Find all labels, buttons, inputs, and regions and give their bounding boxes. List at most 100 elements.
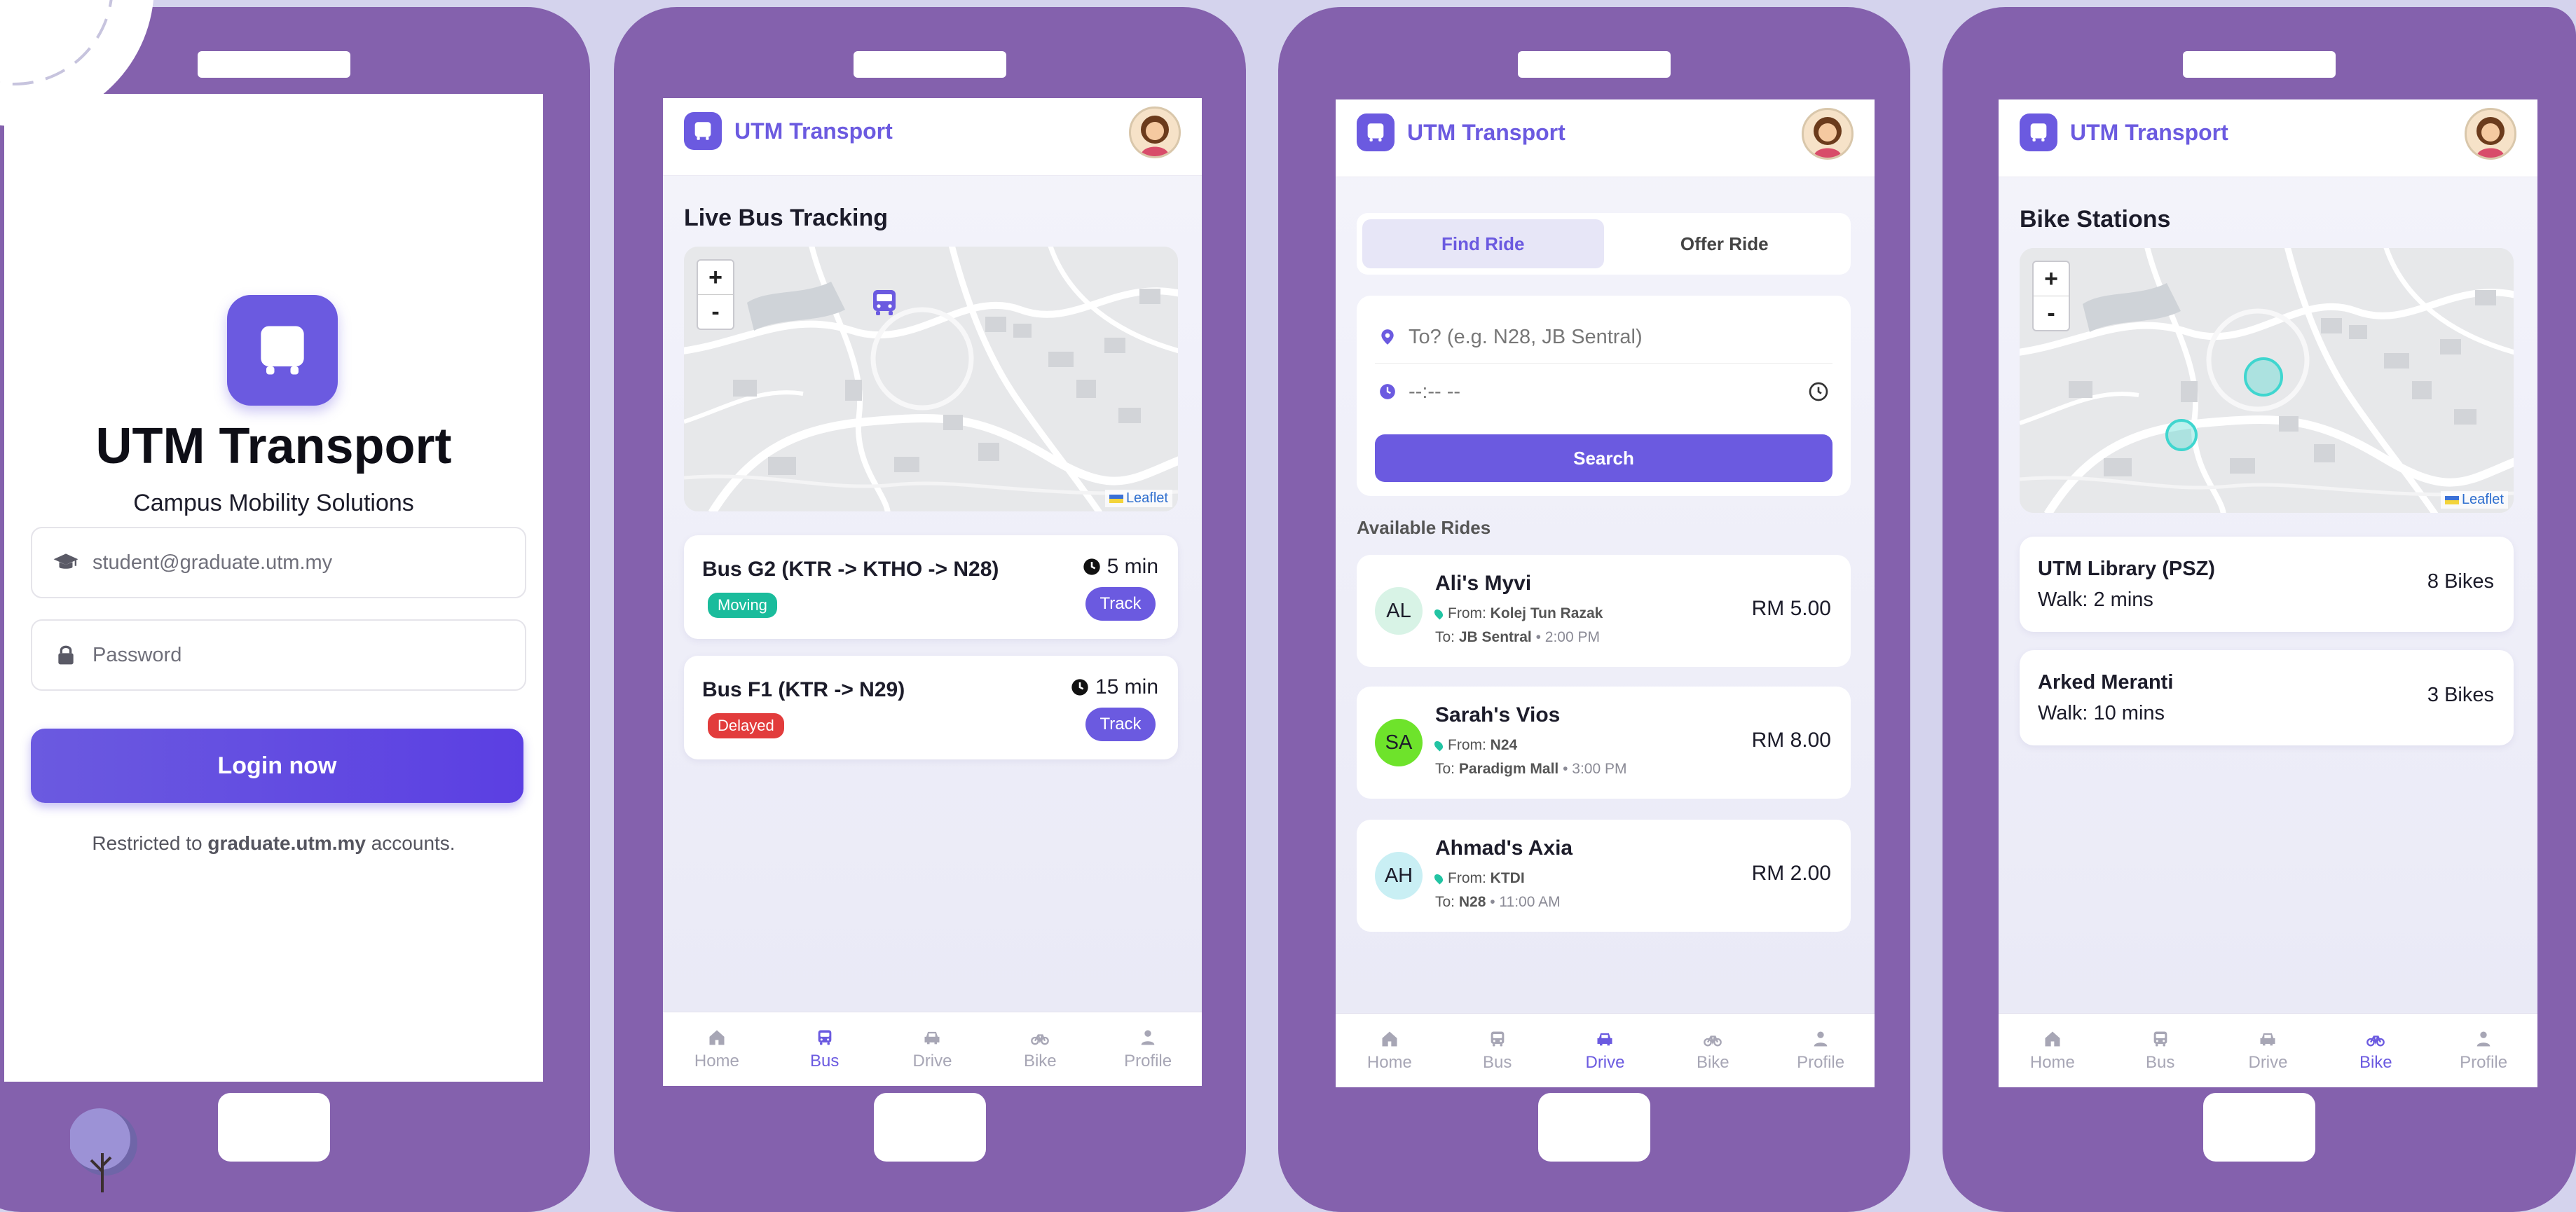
lock-icon — [50, 644, 81, 666]
ride-tabs: Find Ride Offer Ride — [1357, 213, 1851, 275]
bike-station-marker[interactable] — [2165, 419, 2198, 451]
destination-input[interactable]: To? (e.g. N28, JB Sentral) — [1375, 311, 1832, 364]
bike-station-card[interactable]: UTM Library (PSZ) Walk: 2 mins 8 Bikes — [2020, 537, 2514, 632]
ride-to: To: JB Sentral • 2:00 PM — [1435, 629, 1600, 645]
clock-icon — [1070, 677, 1090, 697]
ride-to: To: N28 • 11:00 AM — [1435, 894, 1561, 910]
time-placeholder: --:-- -- — [1409, 380, 1461, 403]
zoom-in-button[interactable]: + — [2034, 262, 2069, 296]
ride-from: From: Kolej Tun Razak — [1432, 605, 1603, 622]
bike-map[interactable]: + - Leaflet — [2020, 248, 2514, 513]
car-icon — [922, 1028, 942, 1047]
restriction-domain: graduate.utm.my — [207, 832, 366, 854]
email-field[interactable]: student@graduate.utm.my — [31, 527, 526, 598]
ride-card[interactable]: AL Ali's Myvi From: Kolej Tun Razak To: … — [1357, 555, 1851, 667]
tab-offer-ride[interactable]: Offer Ride — [1604, 219, 1846, 268]
bus-icon — [815, 1028, 835, 1047]
page-title: Live Bus Tracking — [684, 205, 888, 231]
nav-drive[interactable]: Drive — [2214, 1014, 2322, 1087]
login-button[interactable]: Login now — [31, 729, 523, 803]
nav-bike[interactable]: Bike — [1659, 1014, 1767, 1087]
car-icon — [2258, 1029, 2277, 1049]
bike-icon — [1703, 1029, 1722, 1049]
phone-rides: UTM Transport Find Ride Offer Ride To? (… — [1278, 7, 1910, 1212]
app-logo — [227, 295, 338, 406]
ride-card[interactable]: AH Ahmad's Axia From: KTDI To: N28 • 11:… — [1357, 820, 1851, 932]
bikes-screen: UTM Transport Bike Stations + - Leaflet … — [1999, 99, 2537, 1087]
nav-profile[interactable]: Profile — [1767, 1014, 1875, 1087]
map-attribution[interactable]: Leaflet — [2440, 491, 2508, 509]
pin-icon — [1432, 607, 1445, 620]
nav-bus[interactable]: Bus — [1444, 1014, 1551, 1087]
bus-logo-icon — [684, 112, 722, 150]
station-bikes: 3 Bikes — [2427, 684, 2494, 706]
avatar[interactable] — [1802, 108, 1854, 160]
home-icon — [707, 1028, 727, 1047]
nav-bus[interactable]: Bus — [2106, 1014, 2214, 1087]
map-background — [684, 247, 1178, 511]
bottom-nav: Home Bus Drive Bike Profile — [663, 1012, 1202, 1086]
track-button[interactable]: Track — [1085, 708, 1156, 741]
phone-home-button — [1538, 1093, 1650, 1162]
nav-home[interactable]: Home — [663, 1012, 771, 1086]
bus-map[interactable]: + - Leaflet — [684, 247, 1178, 511]
bike-station-card[interactable]: Arked Meranti Walk: 10 mins 3 Bikes — [2020, 650, 2514, 745]
status-badge: Delayed — [708, 713, 784, 738]
track-button[interactable]: Track — [1085, 587, 1156, 621]
ride-price: RM 5.00 — [1751, 597, 1831, 620]
bus-icon — [1488, 1029, 1507, 1049]
email-placeholder: student@graduate.utm.my — [93, 551, 333, 574]
map-attribution[interactable]: Leaflet — [1104, 490, 1172, 507]
nav-home[interactable]: Home — [1999, 1014, 2106, 1087]
ride-card[interactable]: SA Sarah's Vios From: N24 To: Paradigm M… — [1357, 687, 1851, 799]
search-button[interactable]: Search — [1375, 434, 1832, 482]
zoom-out-button[interactable]: - — [698, 295, 733, 329]
bike-station-marker[interactable] — [2244, 357, 2283, 397]
nav-bike[interactable]: Bike — [986, 1012, 1094, 1086]
status-badge: Moving — [708, 593, 777, 618]
ride-search-form: To? (e.g. N28, JB Sentral) --:-- -- Sear… — [1357, 296, 1851, 496]
password-field[interactable]: Password — [31, 619, 526, 691]
app-header: UTM Transport — [1336, 99, 1875, 177]
bottom-nav: Home Bus Drive Bike Profile — [1336, 1013, 1875, 1087]
ride-price: RM 2.00 — [1751, 862, 1831, 885]
zoom-in-button[interactable]: + — [698, 261, 733, 295]
phone-speaker — [2183, 51, 2336, 78]
bus-route-name: Bus F1 (KTR -> N29) — [702, 678, 905, 701]
rides-screen: UTM Transport Find Ride Offer Ride To? (… — [1336, 99, 1875, 1087]
nav-home[interactable]: Home — [1336, 1014, 1444, 1087]
nav-profile[interactable]: Profile — [2430, 1014, 2537, 1087]
phone-bikes: UTM Transport Bike Stations + - Leaflet … — [1943, 7, 2576, 1212]
eta-value: 5 min — [1107, 555, 1158, 578]
avatar[interactable] — [2465, 108, 2516, 160]
phone-speaker — [1518, 51, 1671, 78]
avatar[interactable] — [1129, 106, 1181, 158]
bus-logo-icon — [1357, 113, 1395, 151]
bus-icon — [2151, 1029, 2170, 1049]
bus-marker-icon[interactable] — [868, 286, 901, 319]
bus-route-card[interactable]: Bus F1 (KTR -> N29) Delayed 15 min Track — [684, 656, 1178, 759]
nav-bus[interactable]: Bus — [771, 1012, 879, 1086]
nav-drive[interactable]: Drive — [1551, 1014, 1659, 1087]
time-picker-icon[interactable] — [1807, 380, 1830, 403]
eta-value: 15 min — [1095, 675, 1158, 698]
eta: 15 min — [1070, 675, 1158, 699]
zoom-out-button[interactable]: - — [2034, 296, 2069, 330]
tab-find-ride[interactable]: Find Ride — [1362, 219, 1604, 268]
nav-drive[interactable]: Drive — [879, 1012, 987, 1086]
nav-bike[interactable]: Bike — [2322, 1014, 2430, 1087]
phone-speaker — [854, 51, 1006, 78]
page-title: Bike Stations — [2020, 206, 2171, 233]
bike-icon — [2366, 1029, 2385, 1049]
nav-profile[interactable]: Profile — [1094, 1012, 1202, 1086]
time-input[interactable]: --:-- -- — [1375, 366, 1832, 418]
bus-route-card[interactable]: Bus G2 (KTR -> KTHO -> N28) Moving 5 min… — [684, 535, 1178, 639]
ride-to: To: Paradigm Mall • 3:00 PM — [1435, 761, 1627, 777]
app-name: UTM Transport — [734, 118, 893, 144]
bike-icon — [1030, 1028, 1050, 1047]
station-walk: Walk: 10 mins — [2038, 702, 2165, 724]
clock-icon — [1082, 557, 1102, 577]
zoom-control: + - — [2032, 261, 2070, 331]
app-header: UTM Transport — [663, 98, 1202, 176]
eta: 5 min — [1082, 555, 1158, 579]
